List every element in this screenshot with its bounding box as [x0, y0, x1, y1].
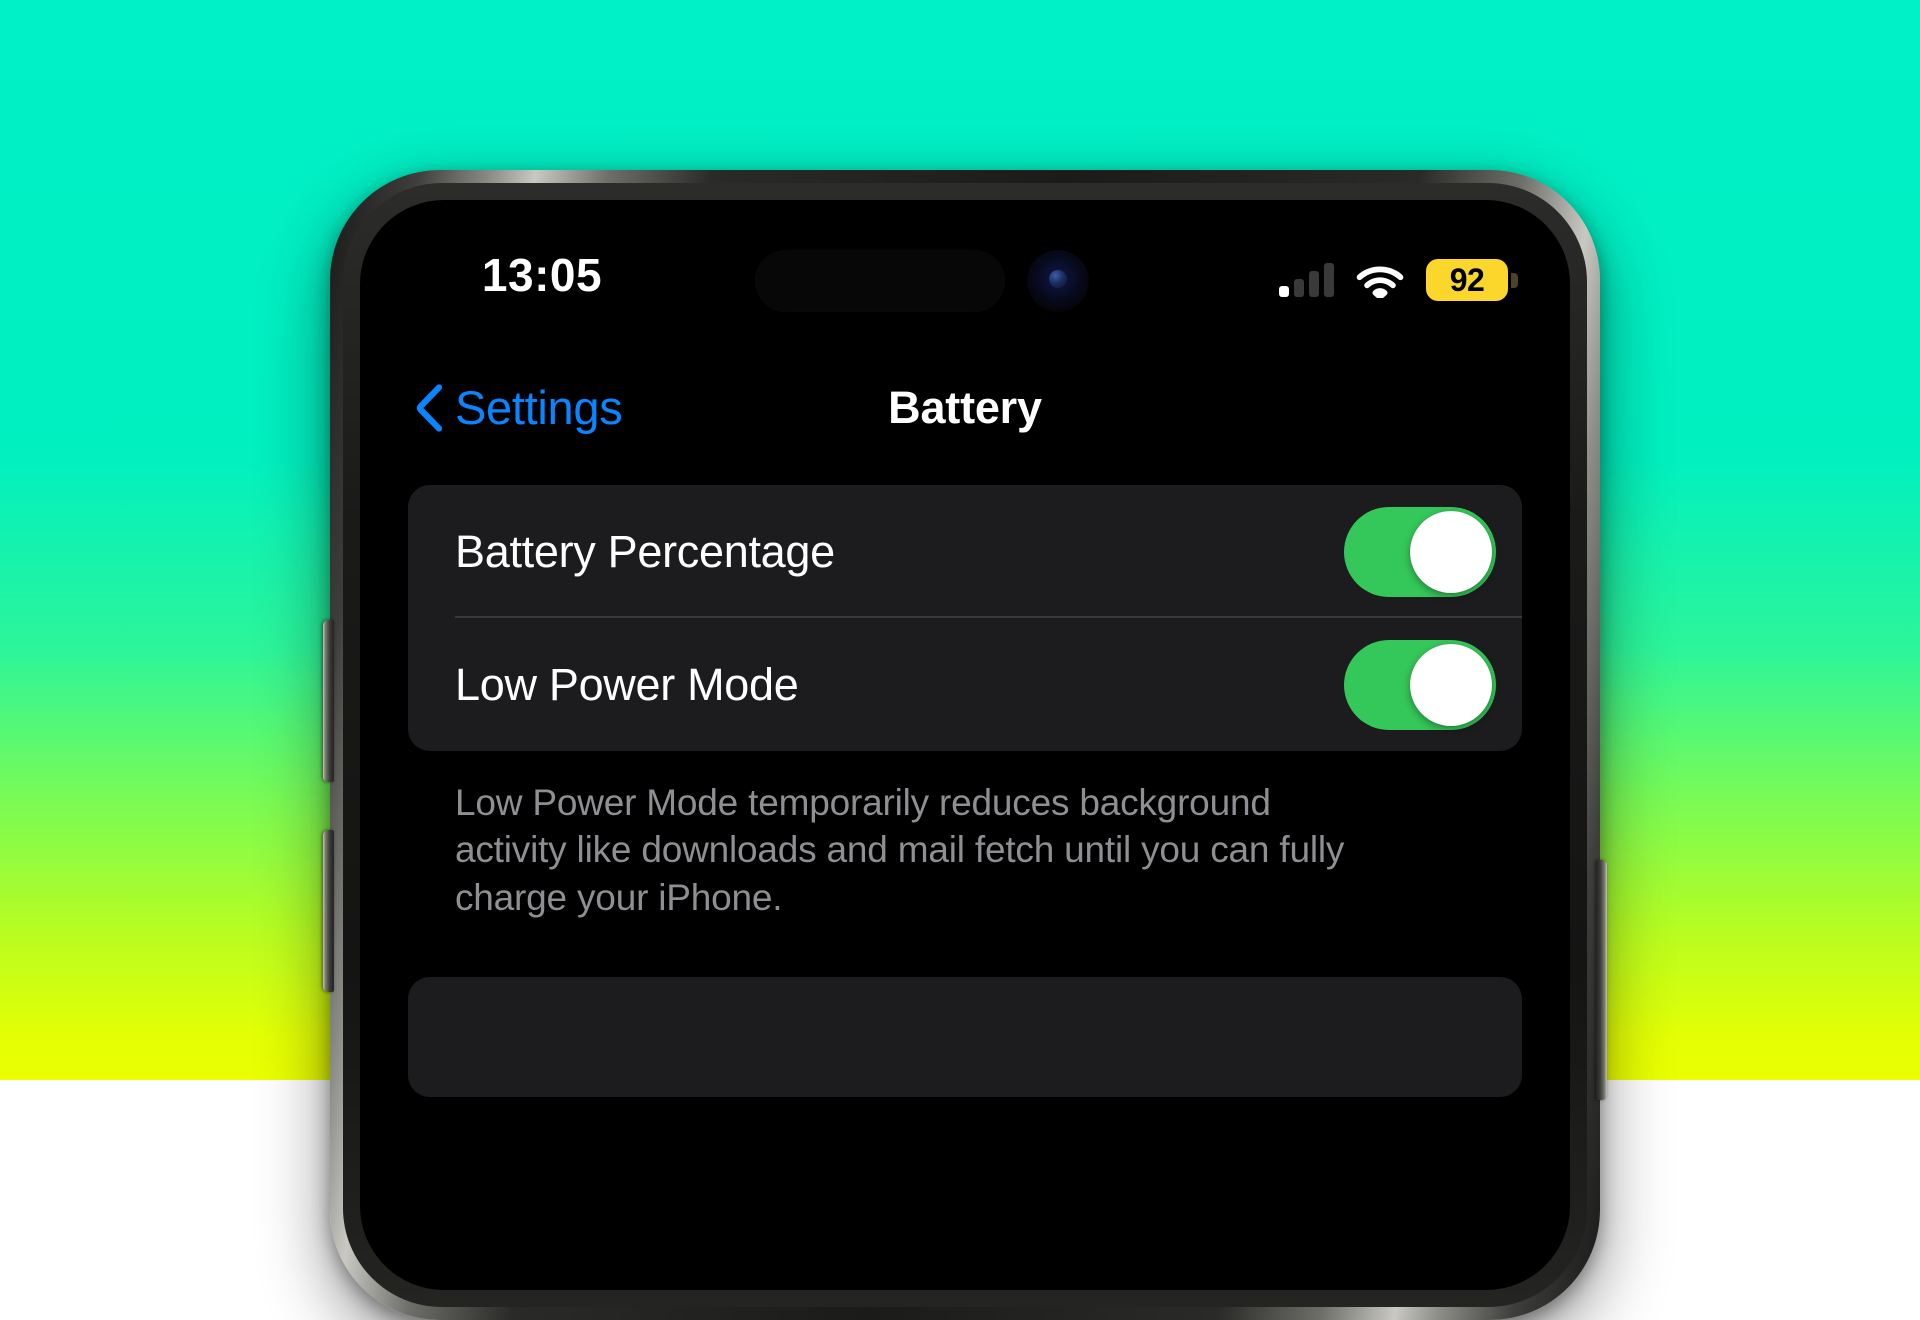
status-bar-time: 13:05	[452, 248, 632, 302]
low-power-mode-toggle[interactable]	[1344, 640, 1496, 730]
signal-bar-1	[1279, 286, 1289, 297]
battery-icon: 92	[1426, 259, 1518, 301]
settings-row-label: Battery Percentage	[455, 526, 1344, 578]
settings-row-label: Low Power Mode	[455, 659, 1344, 711]
cellular-signal-icon	[1279, 263, 1334, 297]
toggle-knob	[1410, 644, 1492, 726]
battery-percentage-label: 92	[1450, 264, 1485, 296]
settings-row-battery-percentage[interactable]: Battery Percentage	[408, 485, 1522, 618]
status-bar-indicators: 92	[1279, 252, 1518, 308]
toggle-knob	[1410, 511, 1492, 593]
settings-card: Battery Percentage Low Power Mode	[408, 485, 1522, 751]
wifi-icon	[1356, 262, 1404, 298]
signal-bar-3	[1309, 271, 1319, 297]
navigation-bar: Settings Battery	[360, 350, 1570, 480]
status-bar: 13:05 92	[360, 200, 1570, 350]
power-button[interactable]	[1596, 860, 1607, 1100]
volume-down-button[interactable]	[323, 830, 334, 992]
settings-content: Battery Percentage Low Power Mode Low Po…	[360, 485, 1570, 1290]
dynamic-island[interactable]	[755, 250, 1005, 312]
settings-row-low-power-mode[interactable]: Low Power Mode	[408, 618, 1522, 751]
front-camera-icon	[1027, 250, 1089, 312]
settings-card-secondary[interactable]	[408, 977, 1522, 1097]
low-power-mode-description: Low Power Mode temporarily reduces backg…	[455, 779, 1390, 921]
iphone-device-frame: 13:05 92	[330, 170, 1600, 1320]
battery-nub	[1511, 273, 1518, 288]
battery-body: 92	[1426, 259, 1508, 301]
phone-screen: 13:05 92	[360, 200, 1570, 1290]
page-title: Battery	[360, 382, 1570, 434]
battery-percentage-toggle[interactable]	[1344, 507, 1496, 597]
signal-bar-4	[1324, 263, 1334, 297]
signal-bar-2	[1294, 279, 1304, 297]
volume-up-button[interactable]	[323, 620, 334, 782]
